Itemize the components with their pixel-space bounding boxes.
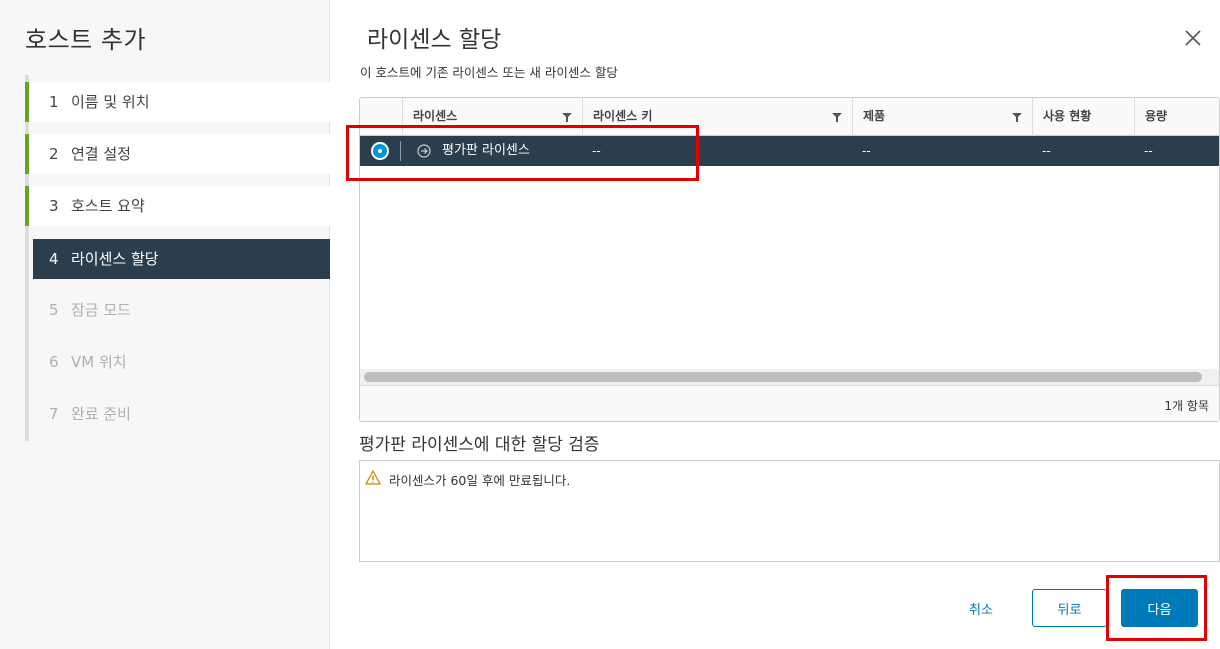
validation-title: 평가판 라이센스에 대한 할당 검증 (359, 435, 600, 455)
step-number: 2 (49, 145, 59, 163)
table-row[interactable]: 평가판 라이센스 -- -- -- -- (360, 136, 1219, 166)
column-label: 용량 (1145, 109, 1168, 123)
step-number: 6 (49, 353, 59, 371)
grid-header: 라이센스 라이센스 키 제품 사용 현황 용량 (360, 98, 1219, 136)
column-header-usage[interactable]: 사용 현황 (1032, 98, 1134, 136)
step-lockdown-mode: 5 잠금 모드 (25, 290, 330, 330)
expand-arrow-icon[interactable] (417, 144, 431, 158)
step-label: VM 위치 (71, 353, 127, 371)
grid-footer: 1개 항목 (360, 385, 1219, 421)
step-number: 5 (49, 301, 59, 319)
close-icon (1185, 30, 1201, 46)
validation-box: 라이센스가 60일 후에 만료됩니다. (359, 460, 1220, 562)
cell-usage: -- (1042, 144, 1051, 158)
step-assign-license[interactable]: 4 라이센스 할당 (33, 239, 330, 279)
page-title: 라이센스 할당 (367, 27, 502, 53)
filter-icon[interactable] (832, 112, 842, 122)
step-label: 완료 준비 (71, 405, 131, 423)
column-header-license-key[interactable]: 라이센스 키 (582, 98, 852, 136)
step-label: 라이센스 할당 (71, 250, 159, 268)
validation-message: 라이센스가 60일 후에 만료됩니다. (389, 473, 571, 488)
column-label: 라이센스 (413, 109, 458, 123)
close-button[interactable] (1183, 28, 1203, 48)
step-label: 잠금 모드 (71, 301, 131, 319)
column-header-capacity[interactable]: 용량 (1134, 98, 1219, 136)
step-label: 호스트 요약 (71, 197, 145, 215)
item-count: 1개 항목 (1164, 399, 1209, 413)
row-divider (400, 141, 401, 161)
column-label: 사용 현황 (1043, 109, 1092, 123)
cell-capacity: -- (1144, 144, 1153, 158)
step-connection-settings[interactable]: 2 연결 설정 (25, 134, 330, 174)
cell-license-key: -- (592, 144, 601, 158)
column-header-product[interactable]: 제품 (852, 98, 1032, 136)
column-label: 제품 (863, 109, 886, 123)
step-number: 7 (49, 405, 59, 423)
step-number: 1 (49, 93, 59, 111)
next-button[interactable]: 다음 (1121, 589, 1198, 627)
scrollbar-thumb[interactable] (364, 372, 1202, 382)
filter-icon[interactable] (1012, 112, 1022, 122)
step-vm-location: 6 VM 위치 (25, 342, 330, 382)
column-label: 라이센스 키 (593, 109, 653, 123)
step-number: 4 (49, 250, 59, 268)
wizard-main: 라이센스 할당 이 호스트에 기존 라이센스 또는 새 라이센스 할당 라이센스… (331, 0, 1220, 649)
step-ready-to-complete: 7 완료 준비 (25, 394, 330, 434)
license-grid: 라이센스 라이센스 키 제품 사용 현황 용량 평가판 라이센스 -- -- -… (359, 97, 1220, 422)
filter-icon[interactable] (562, 112, 572, 122)
cell-product: -- (862, 144, 871, 158)
wizard-title: 호스트 추가 (25, 26, 147, 54)
cell-license: 평가판 라이센스 (442, 143, 530, 158)
step-number: 3 (49, 197, 59, 215)
wizard-steps: 1 이름 및 위치 2 연결 설정 3 호스트 요약 4 라이센스 할당 5 잠금 모드 … (25, 75, 330, 441)
step-label: 연결 설정 (71, 145, 131, 163)
back-button[interactable]: 뒤로 (1032, 589, 1107, 627)
column-header-license[interactable]: 라이센스 (402, 98, 582, 136)
step-host-summary[interactable]: 3 호스트 요약 (25, 186, 330, 226)
warning-icon (365, 470, 381, 485)
step-name-location[interactable]: 1 이름 및 위치 (25, 82, 330, 122)
cancel-button[interactable]: 취소 (956, 597, 1006, 619)
horizontal-scrollbar[interactable] (360, 369, 1219, 385)
step-label: 이름 및 위치 (71, 93, 150, 111)
wizard-sidebar: 호스트 추가 1 이름 및 위치 2 연결 설정 3 호스트 요약 4 라이센스 할당 … (0, 0, 330, 649)
page-subtitle: 이 호스트에 기존 라이센스 또는 새 라이센스 할당 (360, 65, 618, 80)
row-select-radio[interactable] (371, 142, 389, 160)
